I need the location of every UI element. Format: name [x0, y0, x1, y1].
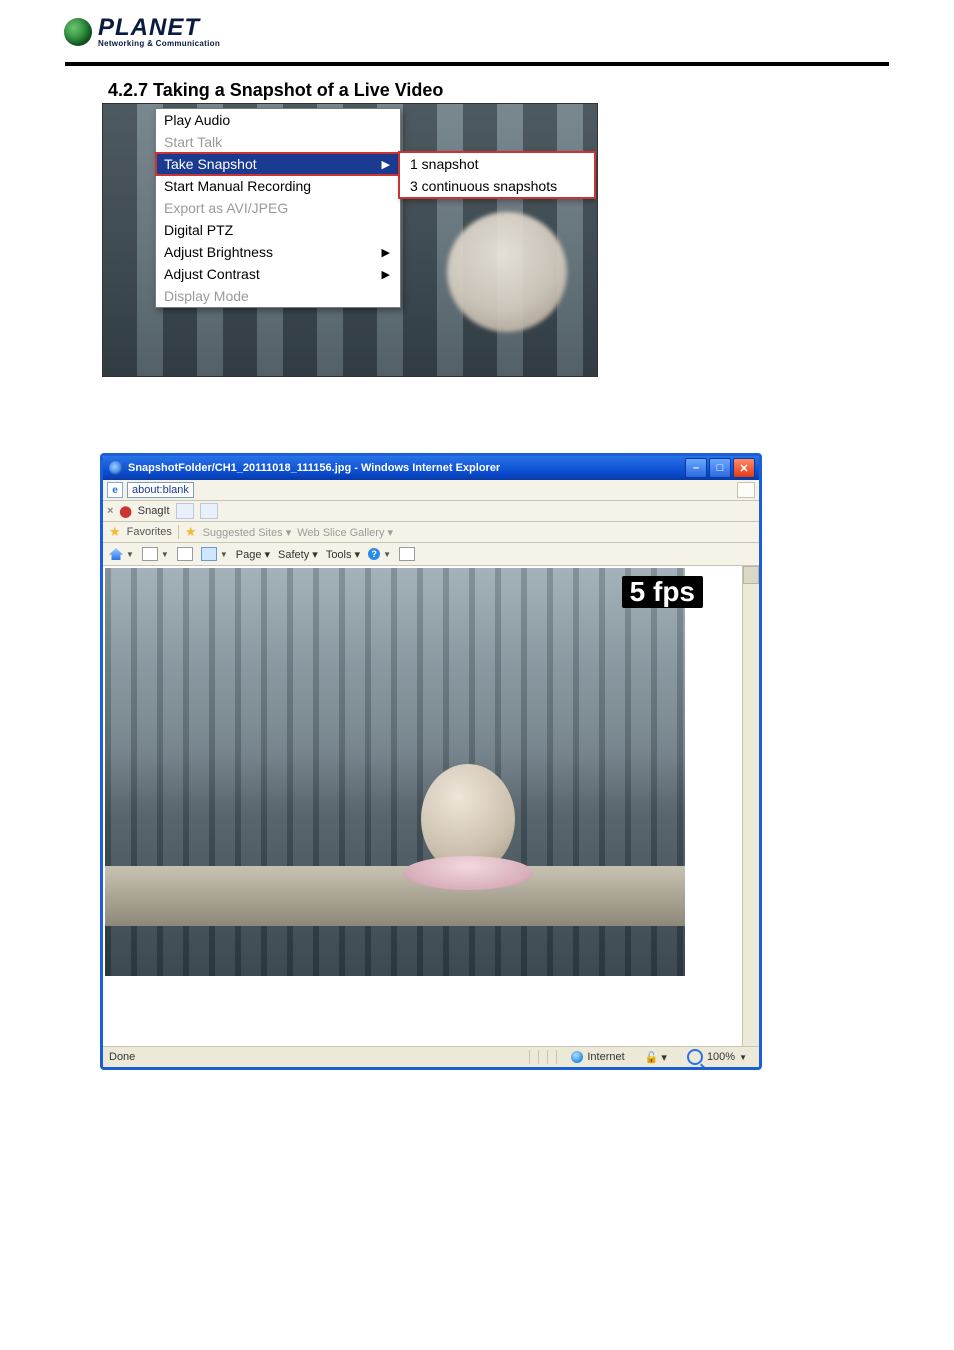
minimize-button[interactable]: –	[685, 458, 707, 478]
protected-mode-icon[interactable]: 🔓 ▾	[639, 1051, 673, 1064]
tools-menu[interactable]: Tools ▾	[326, 548, 360, 561]
address-bar-row: e about:blank	[103, 480, 759, 501]
menu-item-label: Start Talk	[164, 134, 222, 150]
menu-item-play-audio[interactable]: Play Audio	[156, 109, 400, 131]
close-toolbar-icon[interactable]: ×	[107, 505, 113, 517]
submenu-arrow-icon: ▶	[382, 246, 390, 259]
logo: PLANET Networking & Communication	[64, 16, 220, 48]
menu-item-digital-ptz[interactable]: Digital PTZ	[156, 219, 400, 241]
menu-item-label: Adjust Contrast	[164, 266, 260, 282]
address-bar[interactable]: about:blank	[127, 482, 194, 498]
menu-item-label: Start Manual Recording	[164, 178, 311, 194]
status-done: Done	[109, 1051, 135, 1063]
favorites-bar: ★ Favorites ★ Suggested Sites ▾ Web Slic…	[103, 522, 759, 543]
zoom-icon	[687, 1049, 703, 1065]
submenu-item-3-continuous-snapshots[interactable]: 3 continuous snapshots	[400, 175, 594, 197]
help-button[interactable]: ?▼	[368, 548, 391, 560]
help-icon: ?	[368, 548, 380, 560]
menu-item-label: Display Mode	[164, 288, 249, 304]
ie-window: SnapshotFolder/CH1_20111018_111156.jpg -…	[100, 453, 762, 1070]
title-bar[interactable]: SnapshotFolder/CH1_20111018_111156.jpg -…	[103, 456, 759, 480]
mail-icon	[177, 547, 193, 561]
menu-item-label: Digital PTZ	[164, 222, 233, 238]
extra-tool-icon[interactable]	[399, 547, 415, 561]
context-menu[interactable]: Play Audio Start Talk Take Snapshot ▶ Start …	[155, 108, 401, 308]
menu-item-adjust-brightness[interactable]: Adjust Brightness ▶	[156, 241, 400, 263]
submenu-arrow-icon: ▶	[382, 268, 390, 281]
web-slice-link[interactable]: Web Slice Gallery ▾	[297, 526, 393, 539]
logo-tagline: Networking & Communication	[98, 40, 220, 48]
zoom-control[interactable]: 100% ▼	[681, 1049, 753, 1065]
favorites-star-icon[interactable]: ★	[109, 524, 121, 540]
brand-header: PLANET Networking & Communication	[0, 10, 954, 56]
content-area: 5 fps	[103, 566, 759, 1047]
menu-item-label: Take Snapshot	[164, 156, 257, 172]
print-button[interactable]: ▼	[201, 547, 228, 561]
vertical-scrollbar[interactable]	[742, 566, 759, 1046]
print-icon	[201, 547, 217, 561]
maximize-button[interactable]: □	[709, 458, 731, 478]
ie-icon	[109, 461, 123, 475]
fps-overlay: 5 fps	[622, 576, 703, 608]
menu-item-start-talk: Start Talk	[156, 131, 400, 153]
snagit-toolbar: × ⬤ SnagIt	[103, 501, 759, 522]
snagit-logo-icon: ⬤	[119, 505, 131, 518]
menu-item-label: Play Audio	[164, 112, 230, 128]
submenu-item-1-snapshot[interactable]: 1 snapshot	[400, 153, 594, 175]
zoom-value: 100%	[707, 1051, 735, 1063]
menu-item-take-snapshot[interactable]: Take Snapshot ▶	[156, 153, 400, 175]
suggested-sites-link[interactable]: Suggested Sites ▾	[203, 526, 292, 539]
favorites-label[interactable]: Favorites	[127, 526, 172, 538]
fav-add-icon[interactable]: ★	[185, 524, 197, 540]
menu-item-display-mode: Display Mode	[156, 285, 400, 307]
logo-brand: PLANET	[98, 16, 220, 40]
logo-globe-icon	[64, 18, 92, 46]
snagit-label: SnagIt	[138, 505, 170, 517]
menu-item-export-as-avi-jpeg: Export as AVI/JPEG	[156, 197, 400, 219]
menu-item-label: Export as AVI/JPEG	[164, 200, 288, 216]
snapshot-submenu[interactable]: 1 snapshot3 continuous snapshots	[399, 152, 595, 198]
compat-view-icon[interactable]	[737, 482, 755, 498]
security-zone[interactable]: Internet	[565, 1051, 630, 1063]
status-bar: Done Internet 🔓 ▾ 100% ▼	[103, 1047, 759, 1067]
close-button[interactable]: ✕	[733, 458, 755, 478]
safety-menu[interactable]: Safety ▾	[278, 548, 318, 561]
menu-item-label: Adjust Brightness	[164, 244, 273, 260]
window-title: SnapshotFolder/CH1_20111018_111156.jpg -…	[128, 462, 500, 474]
chevron-down-icon: ▼	[739, 1053, 747, 1062]
header-divider	[65, 62, 889, 66]
zone-label: Internet	[587, 1051, 624, 1063]
feeds-icon	[142, 547, 158, 561]
internet-zone-icon	[571, 1051, 583, 1063]
video-subject	[447, 212, 567, 332]
photo-subject	[403, 746, 533, 896]
snagit-capture-icon[interactable]	[176, 503, 194, 519]
menu-item-adjust-contrast[interactable]: Adjust Contrast ▶	[156, 263, 400, 285]
page-menu[interactable]: Page ▾	[236, 548, 270, 561]
menu-item-start-manual-recording[interactable]: Start Manual Recording	[156, 175, 400, 197]
home-button[interactable]: ▼	[109, 548, 134, 560]
section-heading: 4.2.7 Taking a Snapshot of a Live Video	[108, 80, 954, 101]
feeds-button[interactable]: ▼	[142, 547, 169, 561]
home-icon	[109, 548, 123, 560]
command-bar: ▼ ▼ ▼ Page ▾ Safety ▾ Tools ▾ ?▼	[103, 543, 759, 566]
submenu-arrow-icon: ▶	[382, 158, 390, 171]
scroll-up-icon[interactable]	[743, 566, 759, 584]
read-mail-button[interactable]	[177, 547, 193, 561]
snagit-settings-icon[interactable]	[200, 503, 218, 519]
photo-sill	[105, 866, 685, 926]
page-icon: e	[107, 482, 123, 498]
figure-context-menu: Play Audio Start Talk Take Snapshot ▶ Start …	[102, 103, 598, 377]
